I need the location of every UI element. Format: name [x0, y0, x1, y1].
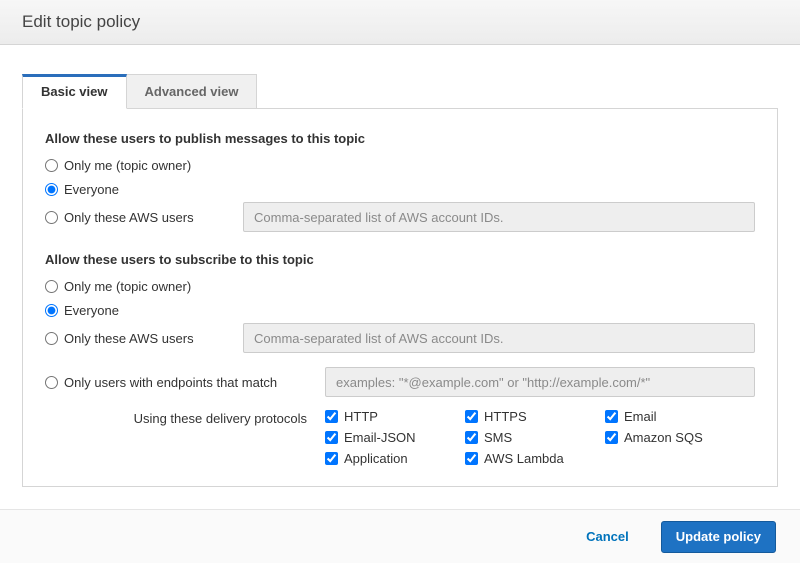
update-policy-button[interactable]: Update policy	[661, 521, 776, 553]
page-title: Edit topic policy	[22, 12, 140, 32]
publish-only-users-label: Only these AWS users	[64, 210, 194, 225]
protocol-sms[interactable]: SMS	[465, 430, 605, 445]
subscribe-everyone-radio[interactable]	[45, 304, 58, 317]
tab-basic-view[interactable]: Basic view	[22, 74, 127, 109]
protocols-title: Using these delivery protocols	[45, 409, 325, 426]
protocol-https-checkbox[interactable]	[465, 410, 478, 423]
subscribe-only-users-option[interactable]: Only these AWS users	[45, 331, 243, 346]
protocol-http-checkbox[interactable]	[325, 410, 338, 423]
protocol-sqs-checkbox[interactable]	[605, 431, 618, 444]
subscribe-everyone-label: Everyone	[64, 303, 119, 318]
protocol-lambda-label: AWS Lambda	[484, 451, 564, 466]
protocol-email_json[interactable]: Email-JSON	[325, 430, 465, 445]
subscribe-endpoints-radio[interactable]	[45, 376, 58, 389]
protocol-email_json-label: Email-JSON	[344, 430, 416, 445]
subscribe-only-users-row: Only these AWS users	[45, 323, 755, 353]
dialog-footer: Cancel Update policy	[0, 509, 800, 563]
protocol-https-label: HTTPS	[484, 409, 527, 424]
protocol-application-checkbox[interactable]	[325, 452, 338, 465]
protocol-sqs[interactable]: Amazon SQS	[605, 430, 755, 445]
dialog-body: Basic view Advanced view Allow these use…	[0, 45, 800, 497]
publish-account-ids-input[interactable]	[243, 202, 755, 232]
publish-everyone-label: Everyone	[64, 182, 119, 197]
view-tabs: Basic view Advanced view	[22, 74, 778, 109]
protocol-http-label: HTTP	[344, 409, 378, 424]
publish-everyone-row[interactable]: Everyone	[45, 178, 755, 200]
subscribe-only-users-radio[interactable]	[45, 332, 58, 345]
subscribe-only-me-label: Only me (topic owner)	[64, 279, 191, 294]
publish-everyone-radio[interactable]	[45, 183, 58, 196]
subscribe-endpoints-row: Only users with endpoints that match	[45, 367, 755, 397]
subscribe-endpoints-input[interactable]	[325, 367, 755, 397]
subscribe-endpoints-label: Only users with endpoints that match	[64, 375, 277, 390]
publish-only-users-radio[interactable]	[45, 211, 58, 224]
publish-only-me-radio[interactable]	[45, 159, 58, 172]
protocol-sms-checkbox[interactable]	[465, 431, 478, 444]
publish-only-users-option[interactable]: Only these AWS users	[45, 210, 243, 225]
protocol-email-checkbox[interactable]	[605, 410, 618, 423]
publish-only-me-row[interactable]: Only me (topic owner)	[45, 154, 755, 176]
protocol-lambda-checkbox[interactable]	[465, 452, 478, 465]
protocol-application[interactable]: Application	[325, 451, 465, 466]
protocol-http[interactable]: HTTP	[325, 409, 465, 424]
protocol-sqs-label: Amazon SQS	[624, 430, 703, 445]
protocols-row: Using these delivery protocols HTTP HTTPS…	[45, 409, 755, 466]
publish-section-title: Allow these users to publish messages to…	[45, 131, 755, 146]
cancel-button[interactable]: Cancel	[572, 521, 643, 553]
subscribe-only-me-row[interactable]: Only me (topic owner)	[45, 275, 755, 297]
subscribe-section-title: Allow these users to subscribe to this t…	[45, 252, 755, 267]
dialog-header: Edit topic policy	[0, 0, 800, 45]
subscribe-only-me-radio[interactable]	[45, 280, 58, 293]
tab-advanced-view[interactable]: Advanced view	[127, 74, 258, 109]
protocol-sms-label: SMS	[484, 430, 512, 445]
publish-only-me-label: Only me (topic owner)	[64, 158, 191, 173]
subscribe-everyone-row[interactable]: Everyone	[45, 299, 755, 321]
publish-only-users-row: Only these AWS users	[45, 202, 755, 232]
protocols-grid: HTTP HTTPS Email Email-JSON SMS Amazon SQS App…	[325, 409, 755, 466]
basic-view-panel: Allow these users to publish messages to…	[22, 108, 778, 487]
subscribe-account-ids-input[interactable]	[243, 323, 755, 353]
protocol-email[interactable]: Email	[605, 409, 755, 424]
protocol-email_json-checkbox[interactable]	[325, 431, 338, 444]
subscribe-endpoints-option[interactable]: Only users with endpoints that match	[45, 375, 325, 390]
protocol-lambda[interactable]: AWS Lambda	[465, 451, 605, 466]
protocol-application-label: Application	[344, 451, 408, 466]
protocol-https[interactable]: HTTPS	[465, 409, 605, 424]
subscribe-only-users-label: Only these AWS users	[64, 331, 194, 346]
protocol-email-label: Email	[624, 409, 657, 424]
